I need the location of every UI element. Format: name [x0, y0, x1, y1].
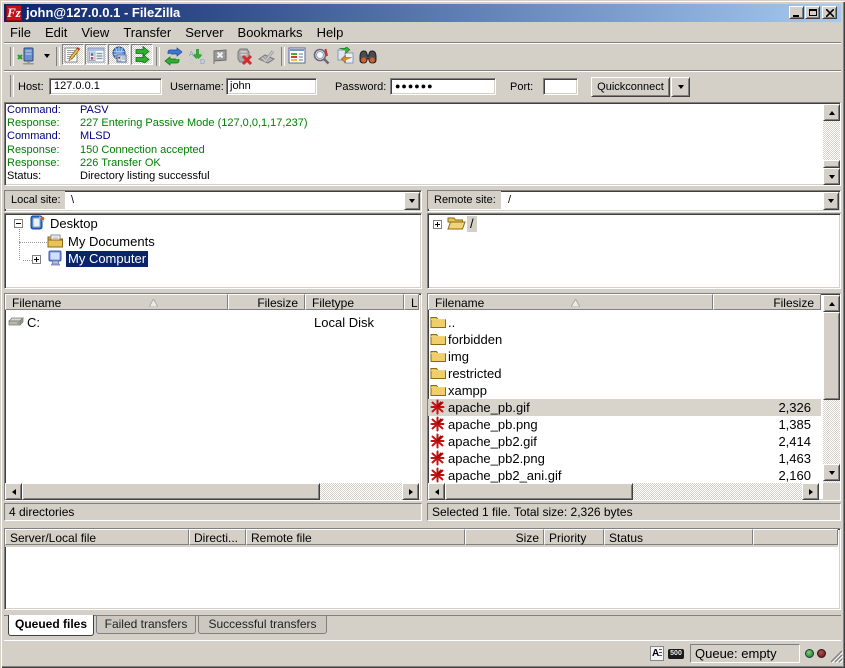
svg-text:D: D	[200, 59, 205, 66]
svg-text:C: C	[189, 59, 194, 66]
svg-text:A: A	[189, 51, 194, 58]
